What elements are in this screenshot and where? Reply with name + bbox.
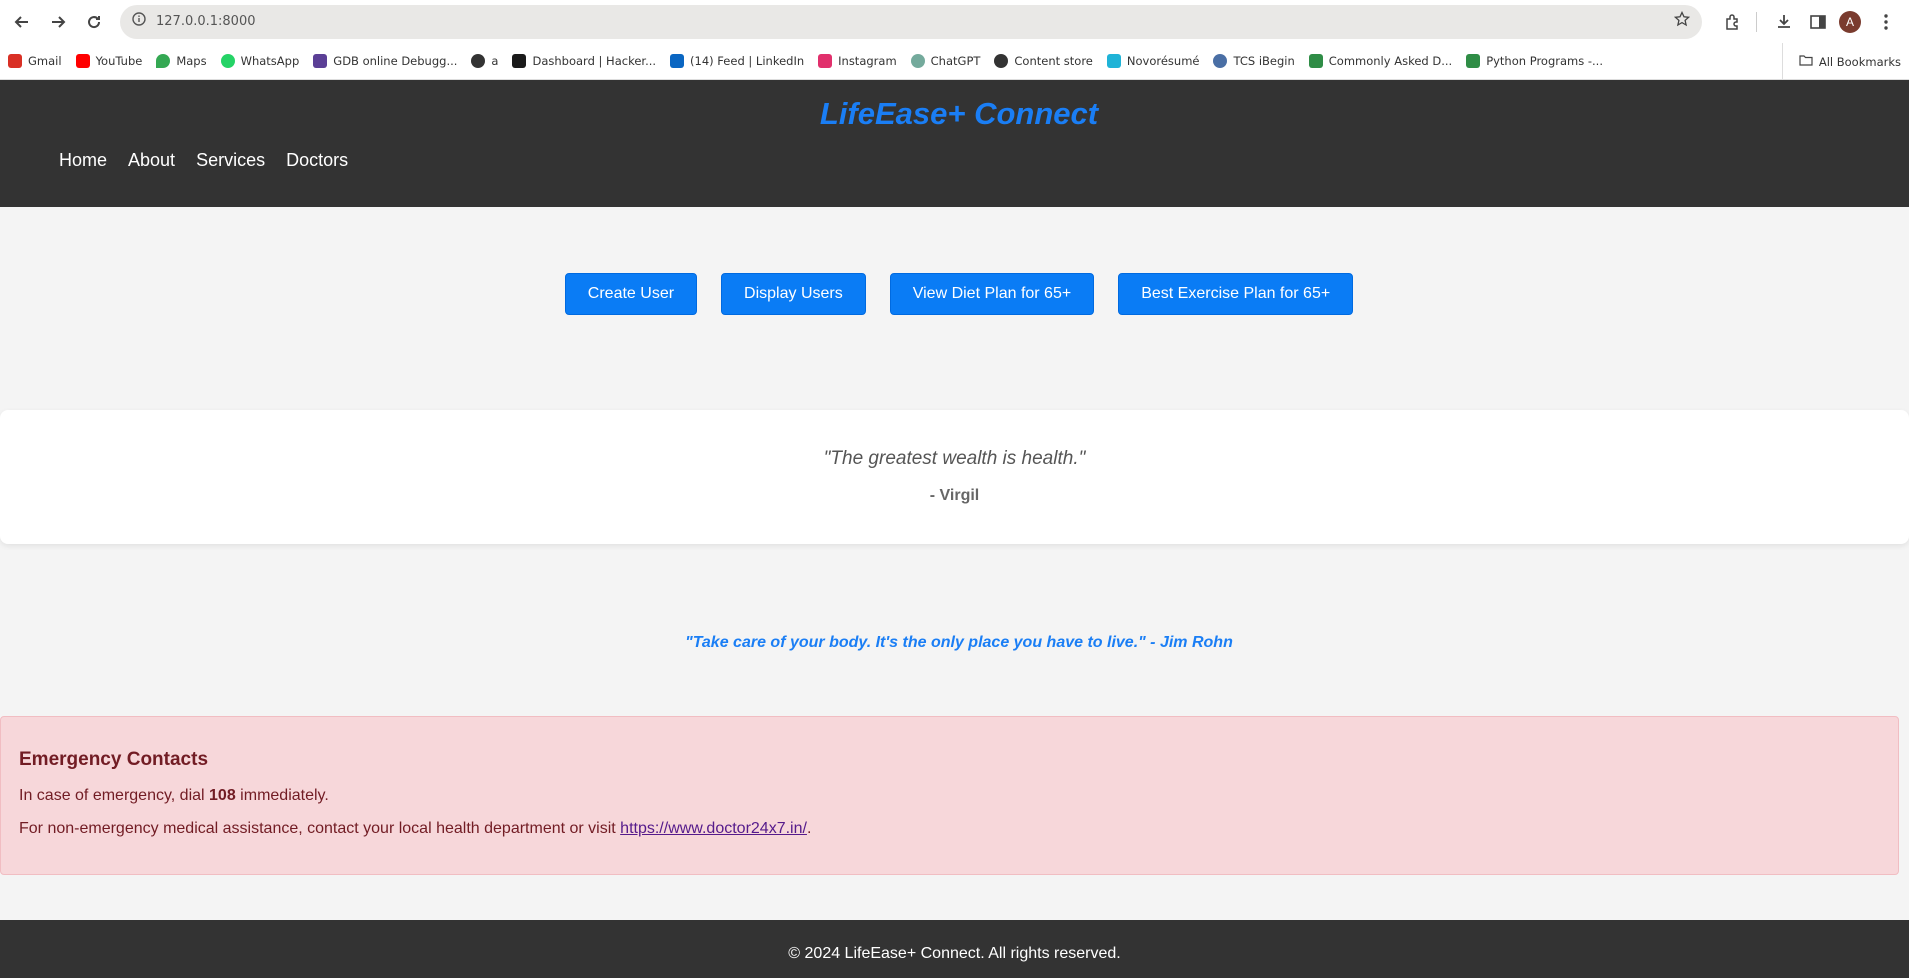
- bookmark-gmail[interactable]: Gmail: [8, 54, 62, 68]
- emergency-number: 108: [209, 787, 236, 804]
- globe-icon: [994, 54, 1009, 68]
- emergency-title: Emergency Contacts: [19, 749, 209, 770]
- side-panel-icon[interactable]: [1803, 7, 1833, 37]
- bookmark-star-icon[interactable]: [1673, 10, 1691, 32]
- site-header: LifeEase+ Connect Home About Services Do…: [0, 80, 1909, 207]
- browser-toolbar: 127.0.0.1:8000 A: [0, 0, 1909, 43]
- tcs-icon: [1213, 54, 1228, 68]
- site-footer: © 2024 LifeEase+ Connect. All rights res…: [0, 920, 1909, 978]
- extensions-icon[interactable]: [1718, 7, 1748, 37]
- folder-icon: [1799, 54, 1813, 69]
- geeksforgeeks-icon: [1466, 54, 1481, 68]
- emergency-contacts: Emergency Contacts In case of emergency,…: [0, 716, 1899, 875]
- nav-about[interactable]: About: [128, 150, 175, 171]
- bookmarks-bar: Gmail YouTube Maps WhatsApp GDB online D…: [0, 43, 1909, 80]
- bookmark-python-programs[interactable]: Python Programs -...: [1466, 54, 1603, 68]
- bookmark-tcs-ibegin[interactable]: TCS iBegin: [1213, 54, 1295, 68]
- main-nav: Home About Services Doctors: [59, 150, 369, 171]
- quote-author: - Virgil: [929, 487, 980, 504]
- bookmark-novoresume[interactable]: Novorésumé: [1106, 54, 1199, 68]
- bookmark-hackerrank[interactable]: Dashboard | Hacker...: [512, 54, 656, 68]
- bookmark-linkedin[interactable]: (14) Feed | LinkedIn: [670, 54, 804, 68]
- youtube-icon: [75, 54, 90, 68]
- nav-home[interactable]: Home: [59, 150, 107, 171]
- bookmark-a[interactable]: a: [471, 54, 498, 68]
- whatsapp-icon: [220, 54, 235, 68]
- all-bookmarks[interactable]: All Bookmarks: [1781, 43, 1901, 80]
- linkedin-icon: [670, 54, 685, 68]
- gmail-icon: [8, 54, 22, 68]
- hackerearth-icon: [512, 54, 527, 68]
- secondary-quote: "Take care of your body. It's the only p…: [685, 634, 1233, 651]
- novoresume-icon: [1106, 54, 1121, 68]
- instagram-icon: [818, 54, 833, 68]
- quote-card: "The greatest wealth is health." - Virgi…: [0, 410, 1909, 544]
- nav-services[interactable]: Services: [196, 150, 265, 171]
- view-diet-plan-button[interactable]: View Diet Plan for 65+: [889, 273, 1095, 315]
- bookmark-gdb[interactable]: GDB online Debugg...: [313, 54, 457, 68]
- nav-doctors[interactable]: Doctors: [286, 150, 348, 171]
- doctor-link[interactable]: https://www.doctor24x7.in/: [620, 820, 807, 837]
- exercise-plan-button[interactable]: Best Exercise Plan for 65+: [1118, 273, 1354, 315]
- bookmark-instagram[interactable]: Instagram: [818, 54, 897, 68]
- quote-text: "The greatest wealth is health.": [823, 448, 1086, 469]
- geeksforgeeks-icon: [1308, 54, 1323, 68]
- bookmark-commonly-asked[interactable]: Commonly Asked D...: [1308, 54, 1452, 68]
- bookmark-content-store[interactable]: Content store: [994, 54, 1093, 68]
- bookmark-maps[interactable]: Maps: [156, 54, 207, 68]
- display-users-button[interactable]: Display Users: [721, 273, 866, 315]
- download-icon[interactable]: [1769, 7, 1799, 37]
- emergency-line: In case of emergency, dial 108 immediate…: [19, 787, 329, 804]
- forward-icon[interactable]: [44, 8, 72, 36]
- more-menu-icon[interactable]: [1871, 7, 1901, 37]
- reload-icon[interactable]: [80, 8, 108, 36]
- site-info-icon[interactable]: [132, 12, 146, 31]
- globe-icon: [471, 54, 486, 68]
- profile-avatar[interactable]: A: [1839, 10, 1861, 33]
- maps-icon: [156, 54, 171, 68]
- action-buttons: Create User Display Users View Diet Plan…: [0, 273, 1909, 315]
- brand-title: LifeEase+ Connect: [819, 96, 1099, 131]
- bookmark-youtube[interactable]: YouTube: [75, 54, 142, 68]
- url-text[interactable]: 127.0.0.1:8000: [156, 14, 1674, 29]
- back-icon[interactable]: [8, 8, 36, 36]
- bookmark-chatgpt[interactable]: ChatGPT: [910, 54, 980, 68]
- chatgpt-icon: [910, 54, 925, 68]
- address-bar[interactable]: 127.0.0.1:8000: [120, 4, 1702, 39]
- toolbar-divider: [1756, 11, 1757, 32]
- create-user-button[interactable]: Create User: [564, 273, 698, 315]
- gdb-icon: [313, 54, 328, 68]
- bookmark-whatsapp[interactable]: WhatsApp: [220, 54, 299, 68]
- non-emergency-line: For non-emergency medical assistance, co…: [19, 820, 812, 837]
